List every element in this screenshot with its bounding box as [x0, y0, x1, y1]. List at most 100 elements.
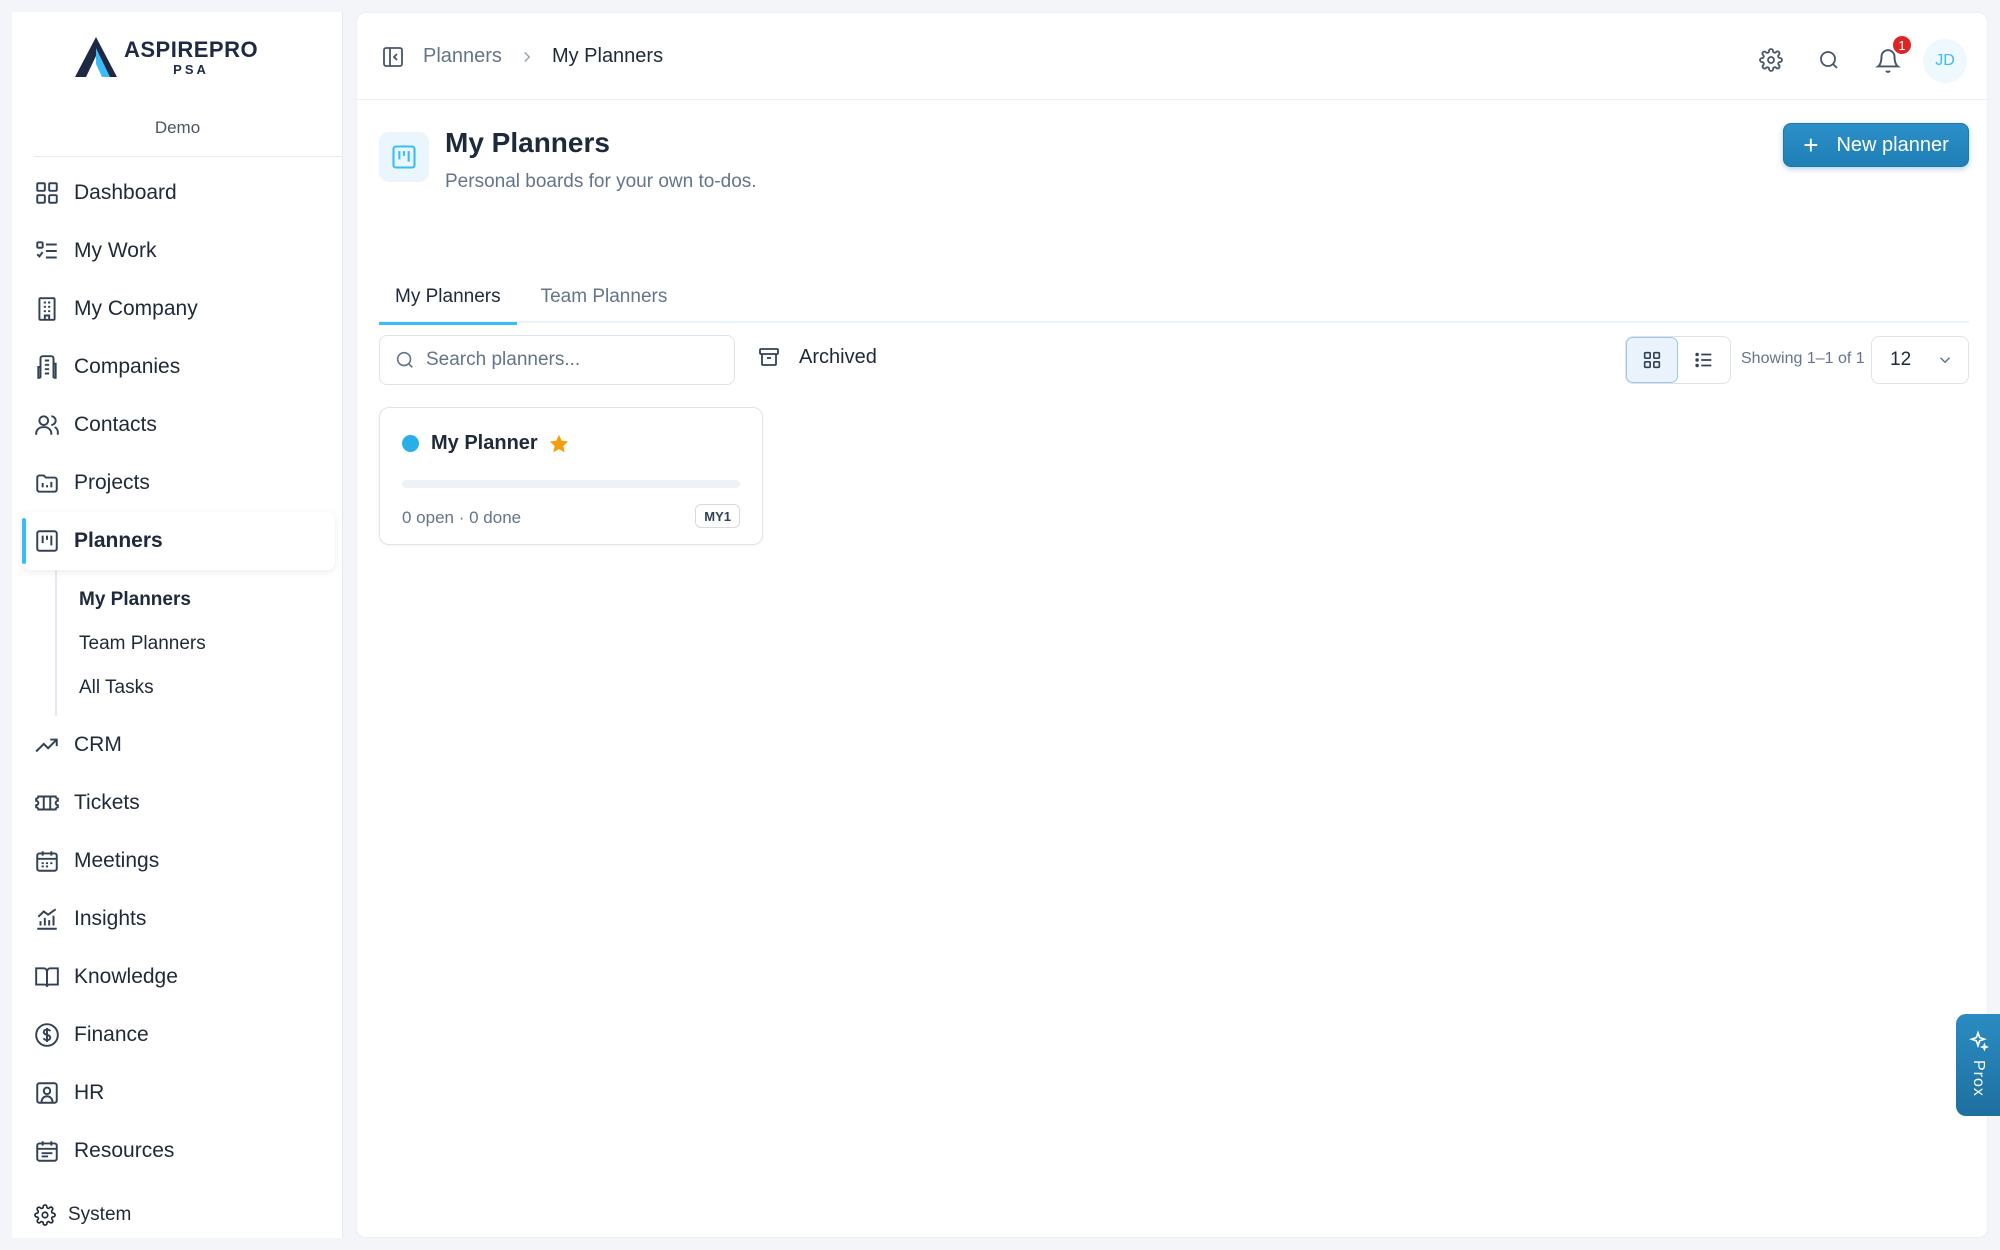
planners-subnav: My Planners Team Planners All Tasks: [55, 570, 335, 716]
calendar-grid-icon: [34, 1138, 60, 1164]
breadcrumb: Planners My Planners: [423, 45, 663, 68]
page-size-select[interactable]: 12: [1871, 336, 1969, 384]
aspirepro-logo-icon: [75, 37, 117, 77]
sidebar-item-meetings[interactable]: Meetings: [22, 832, 335, 890]
grid-view-button[interactable]: [1626, 337, 1678, 383]
list-view-button[interactable]: [1678, 337, 1730, 383]
folder-chart-icon: [34, 470, 60, 496]
main-panel: Planners My Planners 1 JD My Planners Pe…: [356, 12, 1988, 1238]
kanban-icon: [379, 132, 429, 182]
sidebar-item-resources[interactable]: Resources: [22, 1122, 335, 1180]
sidebar-item-my-company[interactable]: My Company: [22, 280, 335, 338]
gear-icon: [34, 1204, 56, 1226]
sidebar-item-planners[interactable]: Planners: [22, 512, 335, 570]
sidebar-toggle-icon[interactable]: [381, 45, 405, 69]
bell-icon[interactable]: 1: [1875, 34, 1913, 74]
sidebar-item-label: System: [68, 1204, 132, 1225]
planner-done-count: 0 done: [469, 508, 522, 527]
topbar: Planners My Planners 1 JD: [357, 13, 1987, 100]
calendar-icon: [34, 848, 60, 874]
chevron-right-icon: [518, 48, 536, 66]
sidebar-item-label: Resources: [74, 1139, 175, 1162]
sidebar-item-label: My Company: [74, 297, 198, 320]
sidebar-item-label: CRM: [74, 733, 122, 756]
breadcrumb-my-planners: My Planners: [551, 45, 664, 67]
topbar-actions: 1 JD: [1727, 34, 1967, 83]
planner-progress-bar: [402, 480, 740, 488]
building-icon: [34, 296, 60, 322]
brand-name: ASPIREPRO: [124, 36, 259, 62]
archived-toggle[interactable]: Archived: [757, 345, 877, 369]
notification-badge: 1: [1891, 34, 1913, 56]
planner-key-badge: MY1: [695, 504, 740, 528]
planner-color-dot: [402, 435, 419, 452]
organization-name: Demo: [154, 118, 201, 137]
sidebar-item-label: Projects: [74, 471, 150, 494]
subnav-my-planners[interactable]: My Planners: [57, 578, 335, 622]
users-icon: [34, 412, 60, 438]
search-input[interactable]: [426, 349, 716, 371]
sidebar-item-dashboard[interactable]: Dashboard: [22, 164, 335, 222]
new-planner-button[interactable]: + New planner: [1783, 123, 1969, 167]
page-size-value: 12: [1890, 349, 1912, 370]
grid-icon: [1643, 351, 1661, 369]
sparkle-icon: [1967, 1030, 1989, 1052]
planner-stats: 0 open · 0 done: [402, 508, 521, 528]
sidebar-item-tickets[interactable]: Tickets: [22, 774, 335, 832]
subnav-team-planners[interactable]: Team Planners: [57, 622, 335, 666]
search-icon[interactable]: [1817, 48, 1843, 74]
sidebar-item-label: HR: [74, 1081, 105, 1104]
brand-sub: PSA: [173, 61, 209, 77]
settings-gear-icon[interactable]: [1759, 48, 1785, 74]
book-icon: [34, 964, 60, 990]
planner-tabs: My Planners Team Planners: [379, 271, 1969, 325]
tab-team-planners[interactable]: Team Planners: [525, 271, 684, 323]
sidebar-item-finance[interactable]: Finance: [22, 1006, 335, 1064]
sidebar-item-label: My Work: [74, 239, 157, 262]
id-badge-icon: [34, 1080, 60, 1106]
sidebar-item-label: Contacts: [74, 413, 157, 436]
tab-my-planners[interactable]: My Planners: [379, 271, 517, 325]
list-icon: [1695, 352, 1712, 368]
pagination-summary: Showing 1–1 of 1: [1741, 350, 1865, 367]
prox-assistant-tab[interactable]: Prox: [1956, 1014, 2000, 1116]
page-subtitle: Personal boards for your own to-dos.: [445, 171, 757, 192]
ticket-icon: [34, 790, 60, 816]
sidebar-item-label: Tickets: [74, 791, 140, 814]
planner-open-count: 0 open: [402, 508, 454, 527]
archive-box-icon: [757, 345, 781, 369]
sidebar-item-contacts[interactable]: Contacts: [22, 396, 335, 454]
search-icon: [394, 349, 416, 371]
checklist-icon: [34, 238, 60, 264]
sidebar-item-system[interactable]: System: [34, 1204, 131, 1226]
sidebar-item-insights[interactable]: Insights: [22, 890, 335, 948]
sidebar-item-crm[interactable]: CRM: [22, 716, 335, 774]
dashboard-grid-icon: [34, 180, 60, 206]
breadcrumb-planners[interactable]: Planners: [423, 45, 502, 68]
page-title: My Planners: [445, 127, 610, 158]
planner-name: My Planner: [431, 432, 538, 454]
sidebar-divider: [34, 156, 343, 157]
new-planner-label: New planner: [1836, 133, 1949, 156]
avatar[interactable]: JD: [1923, 39, 1967, 83]
archived-label: Archived: [799, 345, 877, 368]
planner-card[interactable]: My Planner 0 open · 0 done MY1: [379, 407, 763, 545]
sidebar-item-projects[interactable]: Projects: [22, 454, 335, 512]
brand-logo[interactable]: ASPIREPRO PSA: [72, 34, 258, 80]
sidebar-item-label: Companies: [74, 355, 181, 378]
view-toggle: [1625, 336, 1731, 384]
kanban-icon: [34, 528, 60, 554]
subnav-all-tasks[interactable]: All Tasks: [57, 666, 335, 710]
sidebar-item-hr[interactable]: HR: [22, 1064, 335, 1122]
sidebar: ASPIREPRO PSA Demo Dashboard My Work My …: [12, 12, 343, 1238]
star-icon[interactable]: [548, 433, 570, 455]
sidebar-item-my-work[interactable]: My Work: [22, 222, 335, 280]
sidebar-item-label: Insights: [74, 907, 147, 930]
sidebar-item-knowledge[interactable]: Knowledge: [22, 948, 335, 1006]
prox-label: Prox: [1970, 1060, 1987, 1097]
plus-icon: +: [1803, 130, 1819, 160]
sidebar-item-label: Planners: [74, 529, 163, 552]
bar-chart-icon: [34, 906, 60, 932]
sidebar-item-companies[interactable]: Companies: [22, 338, 335, 396]
search-box[interactable]: [379, 335, 735, 385]
